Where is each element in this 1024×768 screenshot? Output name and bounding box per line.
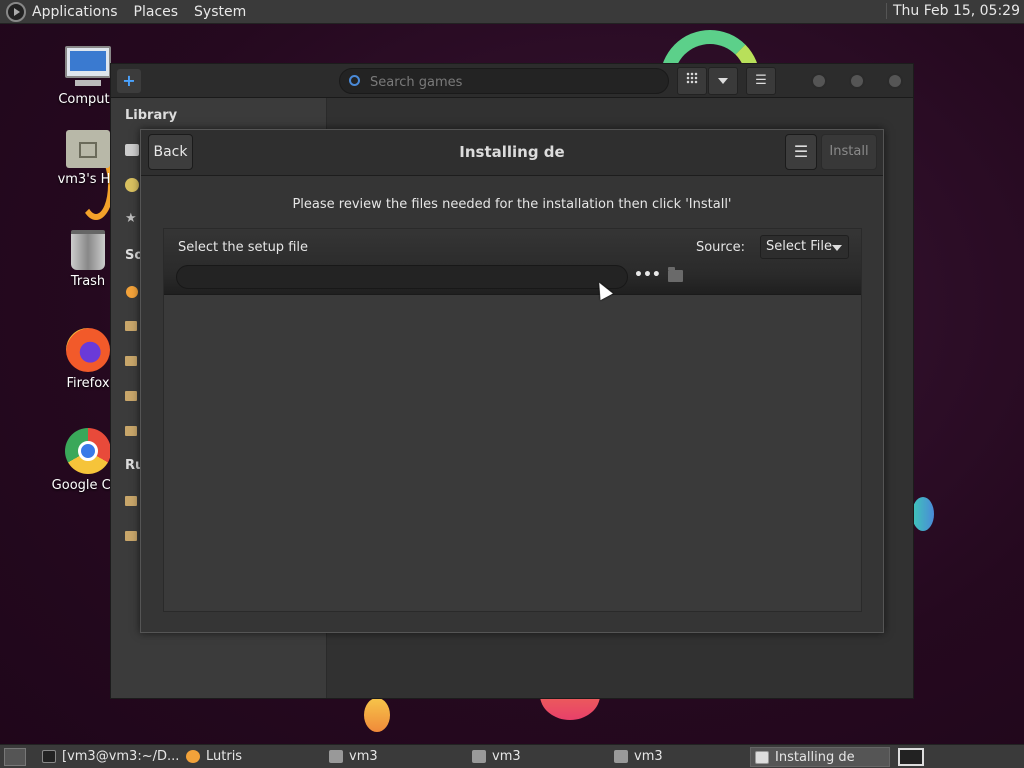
instructions-text: Please review the files needed for the i… — [292, 197, 732, 212]
runner-folder-icon[interactable] — [125, 531, 137, 541]
source-folder-icon[interactable] — [125, 321, 137, 331]
dialog-headerbar: Back Installing de ☰ Install — [141, 130, 883, 176]
taskbar-item-folder[interactable]: vm3 — [468, 747, 598, 767]
taskbar-item-lutris[interactable]: Lutris — [182, 747, 312, 767]
grid-icon — [686, 72, 698, 84]
runner-folder-icon[interactable] — [125, 496, 137, 506]
setup-file-panel: Select the setup file Source: Select Fil… — [163, 228, 862, 612]
favorites-star-icon[interactable]: ★ — [125, 211, 137, 226]
games-icon[interactable] — [125, 144, 139, 156]
setup-file-header: Select the setup file Source: Select Fil… — [164, 229, 861, 295]
home-folder-icon — [66, 130, 110, 168]
firefox-icon — [66, 328, 110, 372]
hamburger-icon: ☰ — [793, 142, 809, 161]
menu-system[interactable]: System — [194, 4, 246, 20]
search-icon — [349, 75, 360, 86]
browse-button[interactable]: ••• — [634, 265, 661, 289]
taskbar-item-label: vm3 — [349, 749, 378, 764]
chevron-down-icon — [832, 245, 842, 251]
lutris-icon — [186, 750, 200, 763]
taskbar-item-label: vm3 — [634, 749, 663, 764]
terminal-icon — [42, 750, 56, 763]
source-select[interactable]: Select File — [760, 235, 849, 259]
folder-icon[interactable] — [668, 267, 683, 282]
clock[interactable]: Thu Feb 15, 05:29 — [885, 3, 1020, 19]
search-box[interactable] — [339, 68, 669, 94]
taskbar-item-label: vm3 — [492, 749, 521, 764]
source-folder-icon[interactable] — [125, 391, 137, 401]
recent-icon[interactable] — [125, 178, 139, 192]
setup-file-path-input[interactable] — [176, 265, 628, 289]
source-select-value: Select File — [766, 239, 832, 254]
source-label: Source: — [695, 240, 745, 255]
dialog-menu-button[interactable]: ☰ — [785, 134, 817, 170]
taskbar-item-label: Installing de — [775, 750, 855, 765]
sidebar-header-library: Library — [125, 108, 178, 123]
taskbar-item-folder[interactable]: vm3 — [325, 747, 455, 767]
menu-logo-icon[interactable] — [6, 1, 26, 22]
installer-dialog: Back Installing de ☰ Install Please revi… — [140, 129, 884, 633]
taskbar-item-installer[interactable]: Installing de — [750, 747, 890, 767]
close-button[interactable] — [887, 73, 903, 89]
trash-icon — [71, 230, 105, 270]
lutris-headerbar: + ☰ — [111, 64, 913, 98]
dialog-title: Installing de — [459, 143, 565, 161]
bottom-taskbar: [vm3@vm3:~/D... Lutris vm3 vm3 vm3 Insta… — [0, 744, 1024, 768]
minimize-button[interactable] — [811, 73, 827, 89]
folder-icon — [472, 750, 486, 763]
window-icon — [755, 751, 769, 764]
lutris-source-icon[interactable] — [126, 286, 138, 298]
computer-icon — [65, 46, 111, 88]
top-panel: Applications Places System Thu Feb 15, 0… — [0, 0, 1024, 24]
hamburger-icon: ☰ — [755, 73, 767, 88]
workspace-switcher[interactable] — [898, 748, 924, 766]
setup-file-title: Select the setup file — [178, 240, 308, 255]
taskbar-item-terminal[interactable]: [vm3@vm3:~/D... — [38, 747, 180, 767]
add-game-button[interactable]: + — [117, 69, 141, 93]
menu-applications[interactable]: Applications — [32, 4, 118, 20]
chrome-icon — [65, 428, 111, 474]
grid-view-button[interactable] — [677, 67, 707, 95]
view-dropdown-button[interactable] — [708, 67, 738, 95]
folder-icon — [329, 750, 343, 763]
taskbar-item-folder[interactable]: vm3 — [610, 747, 740, 767]
taskbar-item-label: Lutris — [206, 749, 243, 764]
menu-places[interactable]: Places — [134, 4, 179, 20]
source-folder-icon[interactable] — [125, 356, 137, 366]
chevron-down-icon — [718, 77, 728, 84]
search-input[interactable] — [370, 73, 650, 91]
taskbar-item-label: [vm3@vm3:~/D... — [62, 749, 180, 764]
maximize-button[interactable] — [849, 73, 865, 89]
wallpaper-blob-yellow — [364, 698, 390, 732]
source-folder-icon[interactable] — [125, 426, 137, 436]
show-desktop-button[interactable] — [4, 747, 26, 766]
install-button[interactable]: Install — [821, 134, 877, 170]
folder-icon — [614, 750, 628, 763]
wallpaper-blob-teal — [912, 497, 934, 531]
main-menu-button[interactable]: ☰ — [746, 67, 776, 95]
